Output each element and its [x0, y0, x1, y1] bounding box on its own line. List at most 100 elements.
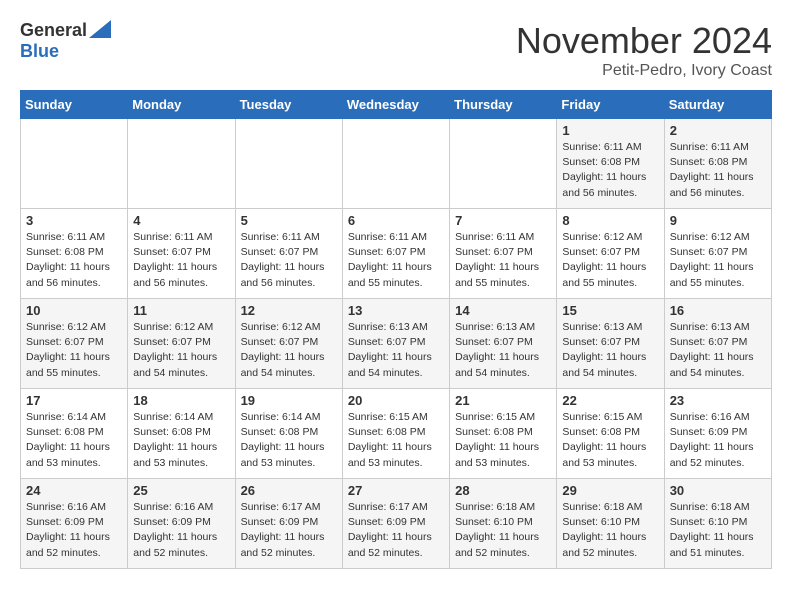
calendar-cell: 6 Sunrise: 6:11 AMSunset: 6:07 PMDaylight…: [342, 209, 449, 299]
weekday-header-row: SundayMondayTuesdayWednesdayThursdayFrid…: [21, 91, 772, 119]
day-number: 8: [562, 213, 658, 228]
calendar-cell: 25 Sunrise: 6:16 AMSunset: 6:09 PMDayligh…: [128, 479, 235, 569]
calendar-cell: 19Sunrise: 6:14 AMSunset: 6:08 PMDayligh…: [235, 389, 342, 479]
day-number: 7: [455, 213, 551, 228]
day-number: 30: [670, 483, 766, 498]
month-title: November 2024: [516, 20, 772, 62]
calendar-cell: 3 Sunrise: 6:11 AMSunset: 6:08 PMDaylight…: [21, 209, 128, 299]
day-number: 17: [26, 393, 122, 408]
day-number: 29: [562, 483, 658, 498]
day-number: 12: [241, 303, 337, 318]
day-number: 22: [562, 393, 658, 408]
page-header: General Blue November 2024 Petit-Pedro, …: [20, 20, 772, 80]
day-info: Sunrise: 6:14 AMSunset: 6:08 PMDaylight:…: [26, 410, 122, 471]
calendar-cell: 9Sunrise: 6:12 AMSunset: 6:07 PMDaylight…: [664, 209, 771, 299]
day-number: 23: [670, 393, 766, 408]
day-info: Sunrise: 6:16 AMSunset: 6:09 PMDaylight:…: [133, 500, 229, 561]
calendar-cell: 8 Sunrise: 6:12 AMSunset: 6:07 PMDaylight…: [557, 209, 664, 299]
calendar-cell: 22 Sunrise: 6:15 AMSunset: 6:08 PMDayligh…: [557, 389, 664, 479]
logo-blue: Blue: [20, 41, 59, 61]
day-info: Sunrise: 6:15 AMSunset: 6:08 PMDaylight:…: [455, 410, 551, 471]
day-number: 6: [348, 213, 444, 228]
day-info: Sunrise: 6:11 AMSunset: 6:08 PMDaylight:…: [670, 140, 766, 201]
day-info: Sunrise: 6:11 AMSunset: 6:07 PMDaylight:…: [133, 230, 229, 291]
day-info: Sunrise: 6:15 AMSunset: 6:08 PMDaylight:…: [562, 410, 658, 471]
day-info: Sunrise: 6:11 AMSunset: 6:07 PMDaylight:…: [241, 230, 337, 291]
calendar-cell: 29 Sunrise: 6:18 AMSunset: 6:10 PMDayligh…: [557, 479, 664, 569]
day-info: Sunrise: 6:12 AMSunset: 6:07 PMDaylight:…: [562, 230, 658, 291]
calendar-body: 1 Sunrise: 6:11 AMSunset: 6:08 PMDaylight…: [21, 119, 772, 569]
calendar-cell: 16Sunrise: 6:13 AMSunset: 6:07 PMDayligh…: [664, 299, 771, 389]
day-number: 18: [133, 393, 229, 408]
day-number: 3: [26, 213, 122, 228]
day-number: 1: [562, 123, 658, 138]
day-number: 25: [133, 483, 229, 498]
day-info: Sunrise: 6:18 AMSunset: 6:10 PMDaylight:…: [455, 500, 551, 561]
day-info: Sunrise: 6:17 AMSunset: 6:09 PMDaylight:…: [348, 500, 444, 561]
calendar-cell: 1 Sunrise: 6:11 AMSunset: 6:08 PMDaylight…: [557, 119, 664, 209]
day-info: Sunrise: 6:16 AMSunset: 6:09 PMDaylight:…: [26, 500, 122, 561]
calendar-cell: 17 Sunrise: 6:14 AMSunset: 6:08 PMDayligh…: [21, 389, 128, 479]
calendar-cell: [21, 119, 128, 209]
calendar-cell: 12 Sunrise: 6:12 AMSunset: 6:07 PMDayligh…: [235, 299, 342, 389]
day-info: Sunrise: 6:18 AMSunset: 6:10 PMDaylight:…: [562, 500, 658, 561]
weekday-header-wednesday: Wednesday: [342, 91, 449, 119]
calendar-cell: 23 Sunrise: 6:16 AMSunset: 6:09 PMDayligh…: [664, 389, 771, 479]
week-row-2: 3 Sunrise: 6:11 AMSunset: 6:08 PMDaylight…: [21, 209, 772, 299]
calendar-cell: 14Sunrise: 6:13 AMSunset: 6:07 PMDayligh…: [450, 299, 557, 389]
day-number: 5: [241, 213, 337, 228]
day-info: Sunrise: 6:13 AMSunset: 6:07 PMDaylight:…: [562, 320, 658, 381]
day-number: 14: [455, 303, 551, 318]
logo-general: General: [20, 20, 87, 41]
week-row-5: 24Sunrise: 6:16 AMSunset: 6:09 PMDayligh…: [21, 479, 772, 569]
calendar-cell: 18Sunrise: 6:14 AMSunset: 6:08 PMDayligh…: [128, 389, 235, 479]
calendar-cell: [342, 119, 449, 209]
day-info: Sunrise: 6:11 AMSunset: 6:07 PMDaylight:…: [455, 230, 551, 291]
weekday-header-thursday: Thursday: [450, 91, 557, 119]
day-info: Sunrise: 6:11 AMSunset: 6:07 PMDaylight:…: [348, 230, 444, 291]
week-row-1: 1 Sunrise: 6:11 AMSunset: 6:08 PMDaylight…: [21, 119, 772, 209]
calendar-cell: [235, 119, 342, 209]
day-info: Sunrise: 6:12 AMSunset: 6:07 PMDaylight:…: [670, 230, 766, 291]
logo: General Blue: [20, 20, 111, 62]
day-info: Sunrise: 6:15 AMSunset: 6:08 PMDaylight:…: [348, 410, 444, 471]
day-number: 28: [455, 483, 551, 498]
title-block: November 2024 Petit-Pedro, Ivory Coast: [516, 20, 772, 80]
day-info: Sunrise: 6:11 AMSunset: 6:08 PMDaylight:…: [562, 140, 658, 201]
day-info: Sunrise: 6:17 AMSunset: 6:09 PMDaylight:…: [241, 500, 337, 561]
calendar-cell: 27 Sunrise: 6:17 AMSunset: 6:09 PMDayligh…: [342, 479, 449, 569]
day-number: 13: [348, 303, 444, 318]
calendar-cell: 30 Sunrise: 6:18 AMSunset: 6:10 PMDayligh…: [664, 479, 771, 569]
week-row-4: 17 Sunrise: 6:14 AMSunset: 6:08 PMDayligh…: [21, 389, 772, 479]
day-number: 4: [133, 213, 229, 228]
calendar-cell: 15Sunrise: 6:13 AMSunset: 6:07 PMDayligh…: [557, 299, 664, 389]
day-number: 11: [133, 303, 229, 318]
calendar-cell: 2 Sunrise: 6:11 AMSunset: 6:08 PMDaylight…: [664, 119, 771, 209]
day-info: Sunrise: 6:16 AMSunset: 6:09 PMDaylight:…: [670, 410, 766, 471]
calendar-cell: 13 Sunrise: 6:13 AMSunset: 6:07 PMDayligh…: [342, 299, 449, 389]
calendar-cell: 24Sunrise: 6:16 AMSunset: 6:09 PMDayligh…: [21, 479, 128, 569]
day-info: Sunrise: 6:12 AMSunset: 6:07 PMDaylight:…: [241, 320, 337, 381]
day-info: Sunrise: 6:13 AMSunset: 6:07 PMDaylight:…: [348, 320, 444, 381]
calendar-cell: 21 Sunrise: 6:15 AMSunset: 6:08 PMDayligh…: [450, 389, 557, 479]
calendar-cell: 10Sunrise: 6:12 AMSunset: 6:07 PMDayligh…: [21, 299, 128, 389]
calendar-cell: 11Sunrise: 6:12 AMSunset: 6:07 PMDayligh…: [128, 299, 235, 389]
day-info: Sunrise: 6:12 AMSunset: 6:07 PMDaylight:…: [26, 320, 122, 381]
day-number: 20: [348, 393, 444, 408]
calendar-cell: 7 Sunrise: 6:11 AMSunset: 6:07 PMDaylight…: [450, 209, 557, 299]
day-number: 2: [670, 123, 766, 138]
calendar-cell: 28 Sunrise: 6:18 AMSunset: 6:10 PMDayligh…: [450, 479, 557, 569]
calendar-table: SundayMondayTuesdayWednesdayThursdayFrid…: [20, 90, 772, 569]
weekday-header-saturday: Saturday: [664, 91, 771, 119]
day-info: Sunrise: 6:11 AMSunset: 6:08 PMDaylight:…: [26, 230, 122, 291]
calendar-cell: [128, 119, 235, 209]
week-row-3: 10Sunrise: 6:12 AMSunset: 6:07 PMDayligh…: [21, 299, 772, 389]
day-number: 21: [455, 393, 551, 408]
day-number: 26: [241, 483, 337, 498]
calendar-cell: 5 Sunrise: 6:11 AMSunset: 6:07 PMDaylight…: [235, 209, 342, 299]
day-number: 27: [348, 483, 444, 498]
day-info: Sunrise: 6:18 AMSunset: 6:10 PMDaylight:…: [670, 500, 766, 561]
location-subtitle: Petit-Pedro, Ivory Coast: [516, 62, 772, 80]
weekday-header-monday: Monday: [128, 91, 235, 119]
calendar-cell: [450, 119, 557, 209]
